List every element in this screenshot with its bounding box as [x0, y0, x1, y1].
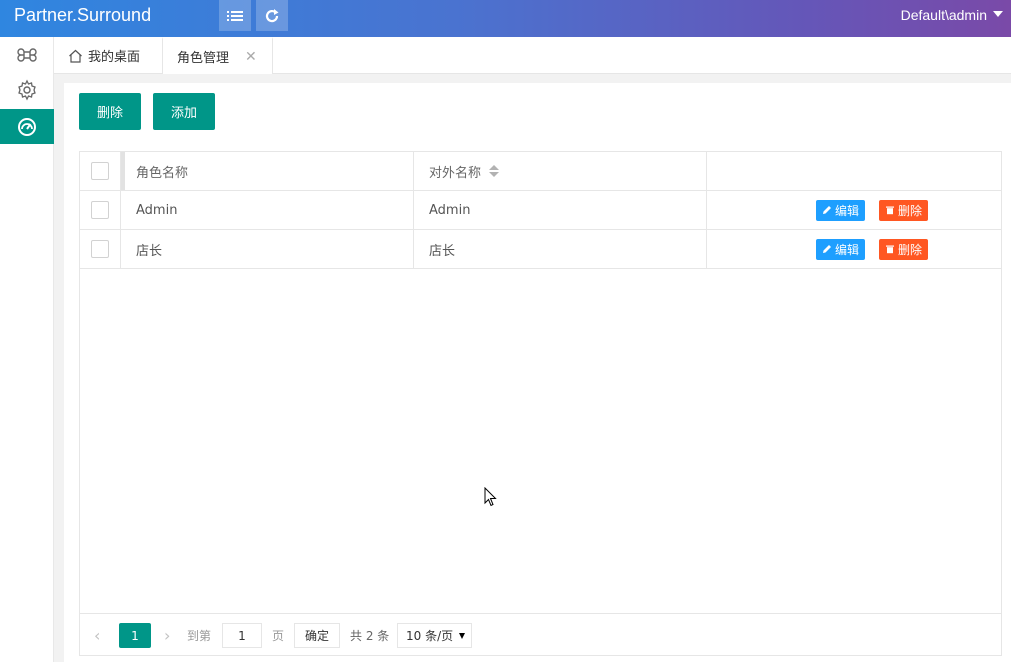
page-word-label: 页: [272, 629, 285, 643]
roles-table: 角色名称 对外名称 Admin Admin 编辑 删除 店长 店长 编辑 删除 …: [79, 151, 1002, 656]
edit-button[interactable]: 编辑: [815, 238, 865, 260]
close-icon[interactable]: ✕: [245, 49, 257, 65]
column-header-role-name: 角色名称: [121, 152, 414, 190]
command-icon: [17, 47, 37, 62]
tab-role-management[interactable]: 角色管理 ✕: [162, 37, 273, 74]
edit-label: 编辑: [834, 242, 859, 257]
sort-icon[interactable]: [489, 165, 500, 177]
tab-home-label: 我的桌面: [88, 50, 141, 65]
menu-toggle-button[interactable]: [219, 0, 251, 31]
sidebar-item-dashboard[interactable]: [0, 109, 54, 144]
tab-bar: 我的桌面 角色管理 ✕: [54, 37, 1011, 74]
goto-label: 到第: [187, 629, 212, 643]
refresh-button[interactable]: [256, 0, 288, 31]
row-select-cell: [80, 191, 121, 229]
caret-down-icon: [993, 11, 1003, 17]
column-header-external-name[interactable]: 对外名称: [414, 152, 707, 190]
next-page-icon[interactable]: ›: [164, 623, 170, 648]
current-page-button[interactable]: 1: [119, 623, 151, 648]
mouse-cursor-icon: [484, 487, 497, 507]
confirm-page-button[interactable]: 确定: [294, 623, 340, 648]
row-select-cell: [80, 230, 121, 268]
role-name-cell: Admin: [121, 191, 414, 229]
pagination: ‹ 1 › 到第 1 页 确定 共 2 条 10 条/页: [80, 613, 1001, 655]
remove-button[interactable]: 删除: [879, 199, 929, 221]
pencil-icon: [822, 206, 831, 214]
total-count: 共 2 条: [350, 629, 390, 643]
list-icon: [227, 10, 243, 21]
row-actions: 编辑 删除: [707, 230, 1001, 268]
trash-icon: [886, 245, 894, 254]
edit-label: 编辑: [834, 203, 859, 218]
row-checkbox[interactable]: [91, 240, 109, 258]
row-checkbox[interactable]: [91, 201, 109, 219]
refresh-icon: [265, 8, 279, 22]
prev-page-icon[interactable]: ‹: [94, 623, 100, 648]
column-external-name-label: 对外名称: [429, 165, 482, 181]
column-header-actions: [707, 152, 1001, 190]
brand-title: Partner.Surround: [14, 5, 152, 25]
remove-label: 删除: [898, 203, 923, 218]
content-panel: 删除 添加 角色名称 对外名称 Admin Admin 编辑 删除 店长 店长 …: [64, 83, 1011, 662]
row-actions: 编辑 删除: [707, 191, 1001, 229]
left-sidebar: [0, 37, 54, 662]
delete-button[interactable]: 删除: [79, 93, 142, 130]
remove-label: 删除: [898, 242, 923, 257]
table-header: 角色名称 对外名称: [80, 152, 1001, 191]
role-name-cell: 店长: [121, 230, 414, 268]
select-all-checkbox[interactable]: [91, 162, 109, 180]
gear-icon: [18, 79, 36, 100]
external-name-cell: 店长: [414, 230, 707, 268]
external-name-cell: Admin: [414, 191, 707, 229]
tab-home[interactable]: 我的桌面: [68, 37, 140, 74]
column-role-name-label: 角色名称: [136, 165, 189, 181]
edit-button[interactable]: 编辑: [815, 199, 865, 221]
pencil-icon: [822, 245, 831, 253]
trash-icon: [886, 206, 894, 215]
page-size-select[interactable]: 10 条/页: [397, 623, 472, 648]
user-name: Default\admin: [900, 7, 987, 23]
add-button[interactable]: 添加: [153, 93, 216, 130]
dashboard-icon: [18, 117, 36, 136]
select-all-cell: [80, 152, 121, 190]
sidebar-item-settings[interactable]: [0, 72, 54, 107]
dropdown-arrow-icon: [459, 632, 465, 639]
home-icon: [69, 49, 82, 63]
top-header: Partner.Surround Default\admin: [0, 0, 1011, 37]
remove-button[interactable]: 删除: [879, 238, 929, 260]
table-row: Admin Admin 编辑 删除: [80, 191, 1001, 230]
user-menu[interactable]: Default\admin: [901, 7, 1003, 23]
sidebar-item-command[interactable]: [0, 37, 54, 72]
page-number-input[interactable]: 1: [222, 623, 262, 648]
table-row: 店长 店长 编辑 删除: [80, 230, 1001, 269]
page-size-value: 10 条/页: [406, 629, 454, 643]
tab-active-label: 角色管理: [177, 51, 230, 66]
